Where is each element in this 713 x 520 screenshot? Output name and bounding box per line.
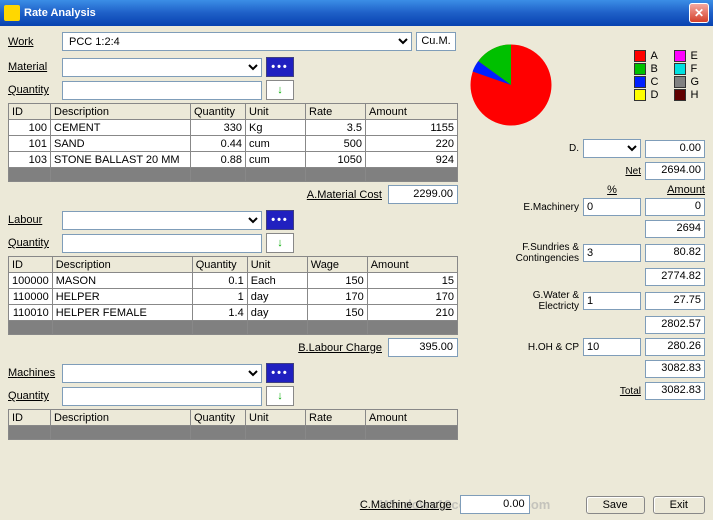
e-output: 0 xyxy=(645,198,705,216)
labour-label: Labour xyxy=(8,214,58,226)
exit-button[interactable]: Exit xyxy=(653,496,705,514)
machine-cost-label: C.Machine Charge xyxy=(360,499,452,511)
total-value: 3082.83 xyxy=(645,382,705,400)
table-row[interactable]: 110010HELPER FEMALE1.4day150210 xyxy=(9,305,458,321)
amount-header: Amount xyxy=(645,184,705,196)
labour-qty-label: Quantity xyxy=(8,237,58,249)
legend: A B C D E F G H xyxy=(634,50,699,101)
labour-qty-input[interactable] xyxy=(62,234,262,253)
table-header-row: ID Description Quantity Unit Rate Amount xyxy=(9,410,458,426)
titlebar: Rate Analysis ✕ xyxy=(0,0,713,26)
labour-cost-label: B.Labour Charge xyxy=(298,342,382,354)
app-icon xyxy=(4,5,20,21)
close-icon[interactable]: ✕ xyxy=(689,3,709,23)
material-qty-input[interactable] xyxy=(62,81,262,100)
dots-icon: ••• xyxy=(271,367,289,379)
labour-add-button[interactable]: ↓ xyxy=(266,233,294,253)
total-label: Total xyxy=(569,386,641,397)
table-header-row: ID Description Quantity Unit Wage Amount xyxy=(9,257,458,273)
machines-qty-input[interactable] xyxy=(62,387,262,406)
f-output: 80.82 xyxy=(645,244,705,262)
f-label: F.Sundries & Contingencies xyxy=(507,242,579,264)
machines-add-button[interactable]: ↓ xyxy=(266,386,294,406)
table-row[interactable]: 103STONE BALLAST 20 MM0.88cum1050924 xyxy=(9,152,458,168)
labour-browse-button[interactable]: ••• xyxy=(266,210,294,230)
work-label: Work xyxy=(8,36,58,48)
machine-cost-value: 0.00 xyxy=(460,495,530,514)
net-value: 2694.00 xyxy=(645,162,705,180)
f-input[interactable] xyxy=(583,244,641,262)
empty-row xyxy=(9,168,458,182)
machines-qty-label: Quantity xyxy=(8,390,58,402)
h-label: H.OH & CP xyxy=(507,342,579,353)
g-output: 27.75 xyxy=(645,292,705,310)
empty-row xyxy=(9,426,458,440)
labour-cost-value: 395.00 xyxy=(388,338,458,357)
pct-header: % xyxy=(583,184,641,196)
dots-icon: ••• xyxy=(271,214,289,226)
labour-table: ID Description Quantity Unit Wage Amount… xyxy=(8,256,458,335)
d-label: D. xyxy=(507,143,579,154)
empty-row xyxy=(9,321,458,335)
subtotal-3: 2802.57 xyxy=(645,316,705,334)
material-cost-label: A.Material Cost xyxy=(307,189,382,201)
table-row[interactable]: 100CEMENT330Kg3.51155 xyxy=(9,120,458,136)
table-header-row: ID Description Quantity Unit Rate Amount xyxy=(9,104,458,120)
save-button[interactable]: Save xyxy=(586,496,645,514)
material-add-button[interactable]: ↓ xyxy=(266,80,294,100)
subtotal-1: 2694 xyxy=(645,220,705,238)
arrow-down-icon: ↓ xyxy=(277,84,283,96)
table-row[interactable]: 101SAND0.44cum500220 xyxy=(9,136,458,152)
pie-chart xyxy=(466,40,556,130)
machines-label: Machines xyxy=(8,367,58,379)
h-input[interactable] xyxy=(583,338,641,356)
material-qty-label: Quantity xyxy=(8,84,58,96)
work-select[interactable]: PCC 1:2:4 xyxy=(62,32,412,51)
table-row[interactable]: 100000MASON0.1Each15015 xyxy=(9,273,458,289)
e-label: E.Machinery xyxy=(507,202,579,213)
window-title: Rate Analysis xyxy=(24,7,689,19)
material-cost-value: 2299.00 xyxy=(388,185,458,204)
material-browse-button[interactable]: ••• xyxy=(266,57,294,77)
arrow-down-icon: ↓ xyxy=(277,237,283,249)
machines-table: ID Description Quantity Unit Rate Amount xyxy=(8,409,458,440)
machines-select[interactable] xyxy=(62,364,262,383)
d-select[interactable] xyxy=(583,139,641,158)
subtotal-4: 3082.83 xyxy=(645,360,705,378)
machines-browse-button[interactable]: ••• xyxy=(266,363,294,383)
d-value: 0.00 xyxy=(645,140,705,158)
labour-select[interactable] xyxy=(62,211,262,230)
g-label: G.Water & Electricty xyxy=(507,290,579,312)
net-label: Net xyxy=(569,166,641,177)
subtotal-2: 2774.82 xyxy=(645,268,705,286)
arrow-down-icon: ↓ xyxy=(277,390,283,402)
e-input[interactable] xyxy=(583,198,641,216)
g-input[interactable] xyxy=(583,292,641,310)
material-table: ID Description Quantity Unit Rate Amount… xyxy=(8,103,458,182)
work-unit: Cu.M. xyxy=(416,32,456,51)
table-row[interactable]: 110000HELPER1day170170 xyxy=(9,289,458,305)
dots-icon: ••• xyxy=(271,61,289,73)
h-output: 280.26 xyxy=(645,338,705,356)
material-select[interactable] xyxy=(62,58,262,77)
material-label: Material xyxy=(8,61,58,73)
